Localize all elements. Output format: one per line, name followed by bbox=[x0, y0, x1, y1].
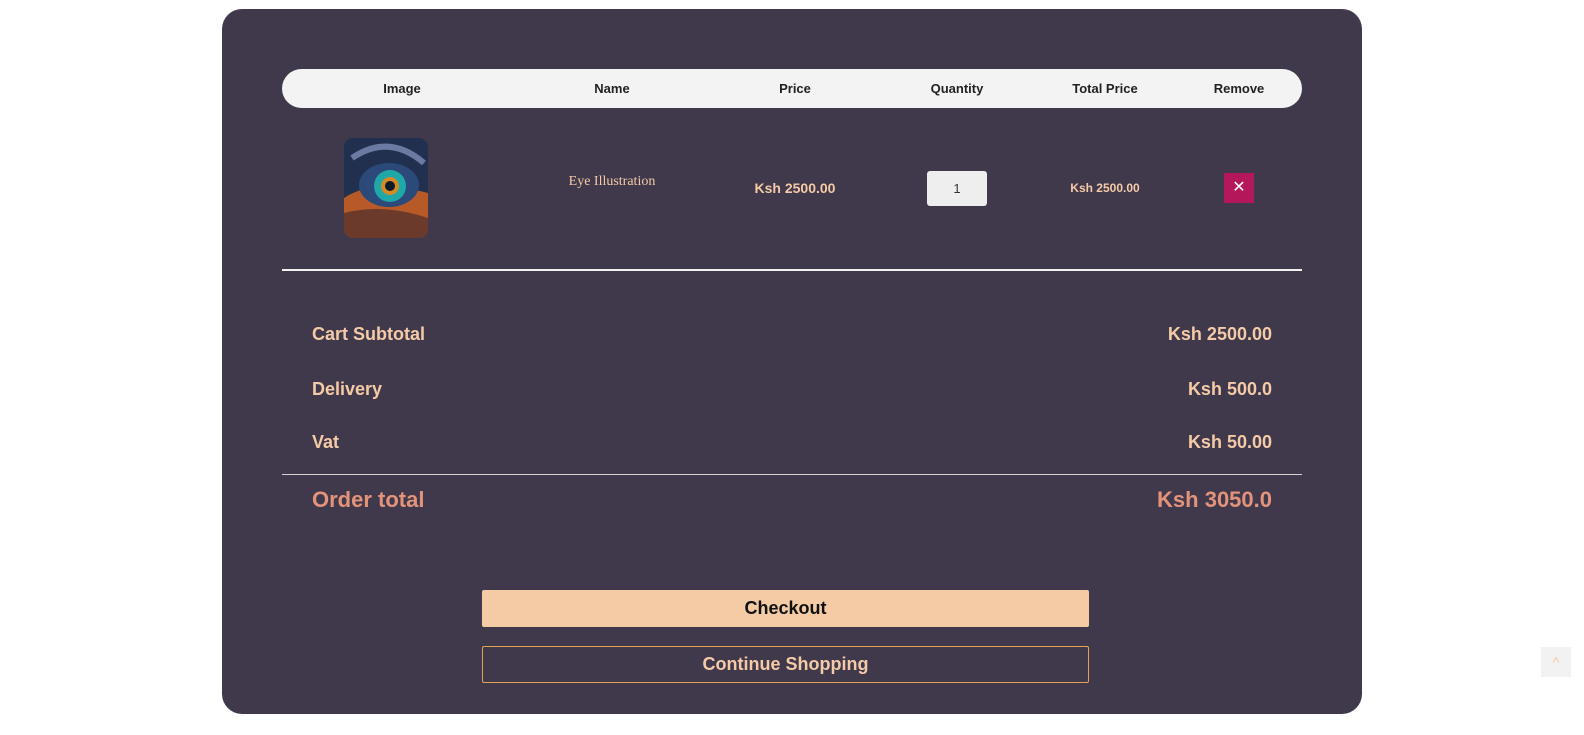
table-divider bbox=[282, 269, 1302, 271]
cart-item-row: Eye Illustration Ksh 2500.00 Ksh 2500.00… bbox=[282, 138, 1302, 238]
summary-divider bbox=[282, 474, 1302, 475]
header-remove: Remove bbox=[1213, 81, 1265, 96]
quantity-input[interactable] bbox=[927, 170, 987, 206]
header-total-price: Total Price bbox=[1072, 81, 1138, 96]
vat-value: Ksh 50.00 bbox=[1187, 432, 1272, 452]
checkout-button[interactable]: Checkout bbox=[482, 590, 1089, 627]
subtotal-value: Ksh 2500.00 bbox=[1167, 324, 1272, 344]
chevron-up-icon: ^ bbox=[1552, 654, 1560, 670]
subtotal-label: Cart Subtotal bbox=[312, 324, 426, 344]
item-total-cell: Ksh 2500.00 bbox=[1045, 138, 1165, 238]
item-image-cell bbox=[344, 138, 428, 238]
delivery-value: Ksh 500.0 bbox=[1187, 379, 1272, 399]
header-quantity: Quantity bbox=[930, 81, 984, 96]
item-price: Ksh 2500.00 bbox=[754, 180, 836, 196]
header-image: Image bbox=[383, 81, 421, 96]
header-name: Name bbox=[594, 81, 630, 96]
scroll-to-top-button[interactable]: ^ bbox=[1541, 647, 1571, 677]
header-price: Price bbox=[779, 81, 811, 96]
item-remove-cell: ✕ bbox=[1224, 138, 1254, 238]
close-icon: ✕ bbox=[1232, 179, 1246, 196]
item-quantity-cell bbox=[927, 138, 987, 238]
item-name-cell: Eye Illustration bbox=[552, 138, 672, 238]
delivery-label: Delivery bbox=[312, 379, 383, 399]
order-total-value: Ksh 3050.0 bbox=[1157, 487, 1272, 512]
cart-table-header: Image Name Price Quantity Total Price Re… bbox=[282, 69, 1302, 108]
vat-label: Vat bbox=[312, 432, 340, 452]
item-thumbnail-image bbox=[344, 138, 428, 238]
item-name: Eye Illustration bbox=[568, 174, 656, 189]
order-total-label: Order total bbox=[312, 487, 425, 512]
eye-illustration-image bbox=[344, 138, 428, 238]
item-price-cell: Ksh 2500.00 bbox=[735, 138, 855, 238]
item-total-price: Ksh 2500.00 bbox=[1070, 181, 1140, 195]
remove-item-button[interactable]: ✕ bbox=[1224, 173, 1254, 203]
continue-shopping-button[interactable]: Continue Shopping bbox=[482, 646, 1089, 683]
cart-panel: Image Name Price Quantity Total Price Re… bbox=[222, 9, 1362, 714]
